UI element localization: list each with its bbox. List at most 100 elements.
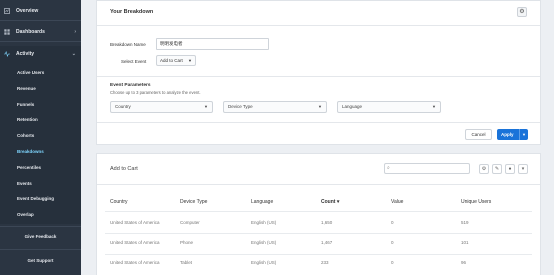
sidebar-item-label: Event Debugging (17, 195, 54, 201)
param-value: Language (342, 104, 363, 109)
sidebar-item-events[interactable]: Events (0, 176, 81, 190)
cell-count: 1,467 (321, 240, 333, 245)
sidebar-item-event-debugging[interactable]: Event Debugging (0, 191, 81, 205)
cell-device-type: Phone (180, 240, 194, 245)
select-event-dropdown[interactable]: Add to Cart ▼ (156, 55, 196, 66)
overview-icon (4, 8, 10, 14)
sidebar-item-percentiles[interactable]: Percentiles (0, 160, 81, 174)
results-title: Add to Cart (110, 166, 138, 172)
chevron-down-icon[interactable]: ▼ (519, 129, 528, 140)
settings-icon[interactable]: ⚙ (479, 164, 489, 174)
results-panel: Add to Cart ⌕ ⚙ ✎ ● ▾ Country Device Typ… (96, 153, 541, 275)
param-value: Device Type (228, 104, 253, 109)
sidebar-item-overlap[interactable]: Overlap (0, 207, 81, 221)
cell-language: English (US) (251, 260, 277, 265)
divider (0, 226, 81, 227)
apply-label: Apply (501, 132, 514, 137)
sidebar-item-label: Overview (16, 8, 39, 14)
sidebar-item-label: Retention (17, 116, 38, 122)
divider (0, 41, 81, 42)
cell-country: United States of America (110, 240, 160, 245)
column-header-unique-users[interactable]: Unique Users (461, 199, 491, 205)
cell-country: United States of America (110, 220, 160, 225)
sidebar-item-dashboards[interactable]: Dashboards › (0, 24, 81, 40)
sidebar-item-overview[interactable]: Overview (0, 3, 81, 19)
chevron-right-icon: › (74, 29, 76, 35)
caret-down-icon: ▼ (318, 104, 322, 109)
search-input[interactable]: ⌕ (384, 163, 470, 174)
chevron-down-icon[interactable]: ▾ (518, 164, 528, 174)
cell-country: United States of America (110, 260, 160, 265)
divider (0, 20, 81, 21)
cell-unique-users: 519 (461, 220, 469, 225)
caret-down-icon: ▼ (188, 58, 192, 63)
divider (97, 122, 540, 123)
cell-language: English (US) (251, 240, 277, 245)
sidebar-item-label: Funnels (17, 101, 35, 107)
divider (105, 211, 532, 212)
sidebar-item-cohorts[interactable]: Cohorts (0, 128, 81, 142)
column-header-value[interactable]: Value (391, 199, 403, 205)
sidebar-item-label: Dashboards (16, 29, 45, 35)
divider (105, 254, 532, 255)
breakdown-panel: Your Breakdown ⚙ Breakdown Name 明明发电者 Se… (96, 0, 541, 145)
sidebar: Overview Dashboards › Activity ⌄ Active … (0, 0, 81, 275)
cell-value: 0 (391, 260, 394, 265)
select-event-value: Add to Cart (160, 58, 183, 63)
sidebar-item-funnels[interactable]: Funnels (0, 97, 81, 111)
apply-button[interactable]: Apply ▼ (497, 129, 528, 140)
column-header-device-type[interactable]: Device Type (180, 199, 207, 205)
caret-down-icon: ▼ (432, 104, 436, 109)
edit-icon[interactable]: ✎ (492, 164, 502, 174)
sidebar-item-label: Revenue (17, 85, 36, 91)
cell-device-type: Tablet (180, 260, 193, 265)
divider (97, 76, 540, 77)
breakdown-name-label: Breakdown Name (110, 42, 146, 47)
sidebar-item-revenue[interactable]: Revenue (0, 81, 81, 95)
cell-count: 233 (321, 260, 329, 265)
caret-down-icon: ▼ (204, 104, 208, 109)
sidebar-item-label: Percentiles (17, 164, 42, 170)
cell-unique-users: 101 (461, 240, 469, 245)
sidebar-item-retention[interactable]: Retention (0, 112, 81, 126)
sidebar-item-label: Activity (16, 51, 35, 57)
dashboards-icon (4, 29, 10, 35)
sidebar-item-label: Overlap (17, 211, 34, 217)
sidebar-item-label: Breakdowns (17, 148, 44, 154)
cell-language: English (US) (251, 220, 277, 225)
cell-device-type: Computer (180, 220, 200, 225)
cell-value: 0 (391, 220, 394, 225)
get-support-button[interactable]: Get Support (0, 254, 81, 268)
params-title: Event Parameters (110, 83, 151, 88)
column-header-count[interactable]: Count ▾ (321, 199, 339, 205)
divider (105, 233, 532, 234)
cell-value: 0 (391, 240, 394, 245)
column-header-country[interactable]: Country (110, 199, 128, 205)
param-country-select[interactable]: Country ▼ (110, 101, 213, 113)
give-feedback-button[interactable]: Give Feedback (0, 230, 81, 244)
panel-title: Your Breakdown (110, 9, 154, 15)
param-language-select[interactable]: Language ▼ (337, 101, 441, 113)
activity-icon (4, 51, 10, 57)
cell-count: 1,650 (321, 220, 333, 225)
sidebar-item-active-users[interactable]: Active Users (0, 65, 81, 79)
divider (97, 184, 540, 185)
divider (97, 25, 540, 26)
search-icon: ⌕ (387, 165, 390, 171)
sidebar-item-label: Events (17, 180, 32, 186)
divider (0, 249, 81, 250)
params-subtitle: Choose up to 3 parameters to analyze the… (110, 90, 201, 95)
breakdown-name-input[interactable]: 明明发电者 (156, 38, 269, 50)
param-device-type-select[interactable]: Device Type ▼ (223, 101, 327, 113)
info-icon[interactable]: ● (505, 164, 515, 174)
cell-unique-users: 96 (461, 260, 467, 265)
sidebar-item-activity[interactable]: Activity ⌄ (0, 46, 81, 62)
gear-icon[interactable]: ⚙ (517, 7, 527, 17)
sidebar-item-label: Cohorts (17, 132, 35, 138)
select-event-label: Select Event (121, 59, 147, 64)
cancel-button[interactable]: Cancel (465, 129, 492, 140)
chevron-down-icon: ⌄ (71, 51, 76, 57)
sidebar-item-breakdowns[interactable]: Breakdowns (0, 144, 81, 158)
column-header-language[interactable]: Language (251, 199, 273, 205)
sidebar-item-label: Active Users (17, 69, 45, 75)
